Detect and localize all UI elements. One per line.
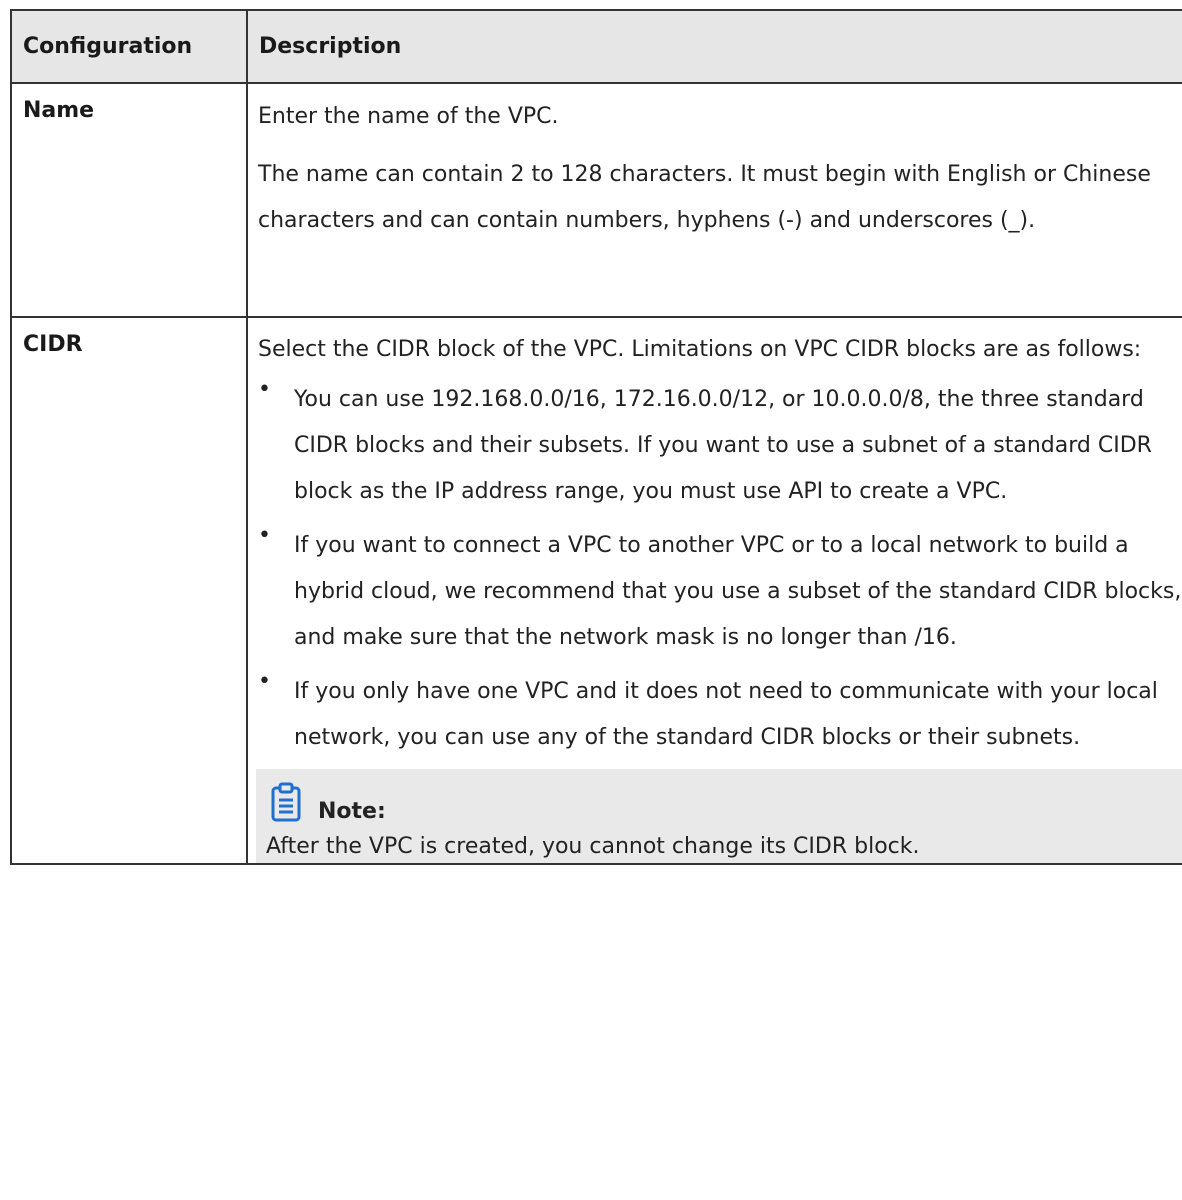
list-item-text: You can use 192.168.0.0/16, 172.16.0.0/1… bbox=[294, 387, 1152, 504]
header-configuration: Configuration bbox=[10, 9, 248, 84]
bullet-icon: • bbox=[258, 523, 271, 548]
config-name-cell: Name bbox=[10, 82, 248, 318]
description-text: Select the CIDR block of the VPC. Limita… bbox=[258, 337, 1142, 362]
list-item: • If you only have one VPC and it does n… bbox=[258, 669, 1182, 761]
bullet-icon: • bbox=[258, 669, 271, 694]
table-header-row: Configuration Description bbox=[10, 9, 1182, 84]
note-text: After the VPC is created, you cannot cha… bbox=[266, 834, 920, 859]
description-cell: Enter the name of the VPC. The name can … bbox=[246, 82, 1182, 318]
description-text: Enter the name of the VPC. bbox=[258, 104, 559, 129]
note-callout: Note: After the VPC is created, you cann… bbox=[256, 769, 1182, 863]
note-header: Note: bbox=[266, 779, 1182, 825]
table-row: CIDR Select the CIDR block of the VPC. L… bbox=[10, 316, 1182, 865]
description-text: The name can contain 2 to 128 characters… bbox=[258, 162, 1151, 233]
config-name-cell: CIDR bbox=[10, 316, 248, 865]
list-item-text: If you only have one VPC and it does not… bbox=[294, 679, 1158, 750]
list-item-text: If you want to connect a VPC to another … bbox=[294, 533, 1182, 650]
parameter-table: Configuration Description Name Enter the… bbox=[10, 9, 1182, 865]
list-item: • You can use 192.168.0.0/16, 172.16.0.0… bbox=[258, 377, 1182, 515]
limitations-list: • You can use 192.168.0.0/16, 172.16.0.0… bbox=[258, 377, 1182, 761]
list-item: • If you want to connect a VPC to anothe… bbox=[258, 523, 1182, 661]
bullet-icon: • bbox=[258, 377, 271, 402]
table-row: Name Enter the name of the VPC. The name… bbox=[10, 82, 1182, 318]
header-description: Description bbox=[246, 9, 1182, 84]
clipboard-icon bbox=[271, 782, 301, 822]
description-cell: Select the CIDR block of the VPC. Limita… bbox=[246, 316, 1182, 865]
